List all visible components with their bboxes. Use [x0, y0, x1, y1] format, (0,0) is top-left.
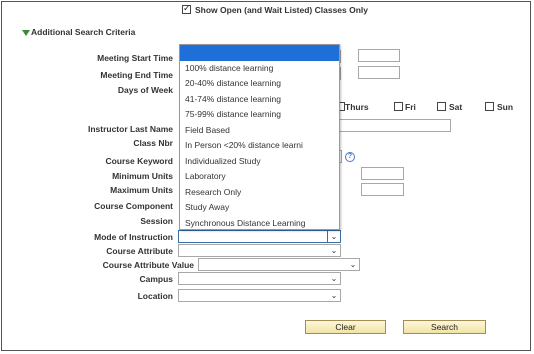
fri-checkbox[interactable] — [394, 102, 403, 111]
meeting-start-label: Meeting Start Time — [97, 53, 173, 63]
dropdown-option[interactable]: Research Only — [180, 185, 339, 201]
dropdown-option[interactable]: 41-74% distance learning — [180, 92, 339, 108]
dropdown-option[interactable] — [180, 45, 339, 61]
dropdown-option[interactable]: In Person <20% distance learni — [180, 138, 339, 154]
minimum-units-input[interactable] — [361, 167, 404, 180]
course-attribute-label: Course Attribute — [106, 246, 173, 256]
maximum-units-label: Maximum Units — [110, 185, 173, 195]
fri-label: Fri — [405, 102, 416, 112]
chevron-down-icon[interactable]: ⌄ — [347, 259, 359, 270]
course-attribute-select[interactable]: ⌄ — [178, 244, 341, 257]
instructor-last-name-input[interactable] — [338, 119, 451, 132]
chevron-down-icon[interactable]: ⌄ — [328, 245, 340, 256]
location-label: Location — [137, 291, 173, 301]
mode-of-instruction-select[interactable]: ⌄ — [178, 230, 341, 243]
chevron-down-icon[interactable]: ⌄ — [327, 231, 340, 242]
chevron-down-icon[interactable]: ⌄ — [328, 273, 340, 284]
meeting-start-time-input[interactable] — [358, 49, 400, 62]
minimum-units-label: Minimum Units — [112, 171, 173, 181]
dropdown-option[interactable]: Study Away — [180, 200, 339, 216]
dropdown-option[interactable]: Field Based — [180, 123, 339, 139]
dropdown-option[interactable]: Individualized Study — [180, 154, 339, 170]
show-open-label: Show Open (and Wait Listed) Classes Only — [195, 5, 369, 15]
dropdown-option[interactable]: 75-99% distance learning — [180, 107, 339, 123]
chevron-down-icon[interactable]: ⌄ — [328, 290, 340, 301]
sun-checkbox[interactable] — [485, 102, 494, 111]
dropdown-option[interactable]: Synchronous Distance Learning — [180, 216, 339, 232]
meeting-end-label: Meeting End Time — [100, 70, 173, 80]
campus-label: Campus — [139, 274, 173, 284]
instructor-last-name-label: Instructor Last Name — [87, 124, 173, 134]
sun-label: Sun — [497, 102, 514, 112]
mode-of-instruction-label: Mode of Instruction — [94, 232, 173, 242]
clear-button[interactable]: Clear — [305, 320, 386, 334]
dropdown-option[interactable]: 20-40% distance learning — [180, 76, 339, 92]
maximum-units-input[interactable] — [361, 183, 404, 196]
days-of-week-label: Days of Week — [117, 85, 173, 95]
sat-label: Sat — [449, 102, 463, 112]
sat-checkbox[interactable] — [437, 102, 446, 111]
search-panel: Show Open (and Wait Listed) Classes Only… — [1, 1, 531, 351]
campus-select[interactable]: ⌄ — [178, 272, 341, 285]
collapse-triangle-icon[interactable] — [22, 30, 30, 36]
dropdown-option[interactable]: 100% distance learning — [180, 61, 339, 77]
mode-of-instruction-dropdown[interactable]: 100% distance learning 20-40% distance l… — [179, 44, 340, 230]
search-button[interactable]: Search — [403, 320, 486, 334]
class-nbr-label: Class Nbr — [133, 138, 173, 148]
help-info-icon[interactable]: ? — [345, 152, 355, 162]
thurs-label: Thurs — [345, 102, 369, 112]
dropdown-option[interactable]: Laboratory — [180, 169, 339, 185]
show-open-checkbox[interactable] — [182, 3, 191, 14]
course-attribute-value-select[interactable]: ⌄ — [198, 258, 360, 271]
course-keyword-label: Course Keyword — [105, 156, 173, 166]
course-component-label: Course Component — [94, 201, 173, 211]
section-title[interactable]: Additional Search Criteria — [31, 27, 135, 37]
meeting-end-time-input[interactable] — [358, 66, 400, 79]
location-select[interactable]: ⌄ — [178, 289, 341, 302]
session-label: Session — [140, 216, 173, 226]
course-attribute-value-label: Course Attribute Value — [102, 260, 194, 270]
